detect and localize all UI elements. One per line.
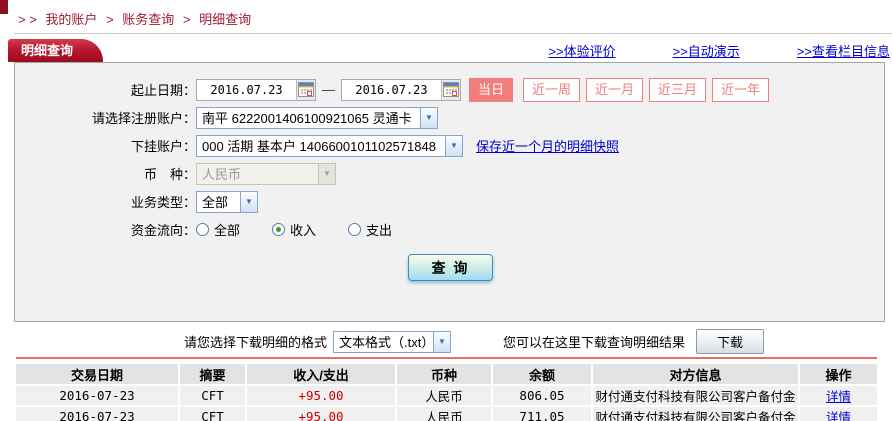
radio-checked-icon <box>272 223 285 236</box>
breadcrumb: > > 我的账户 > 账务查询 > 明细查询 <box>18 9 256 28</box>
radio-icon <box>348 223 361 236</box>
register-account-row: 请选择注册账户： 南平 6222001406100921065 灵通卡 ▼ <box>15 105 884 130</box>
download-format-label: 请您选择下载明细的格式 <box>184 332 327 351</box>
quick-range-today-button[interactable]: 当日 <box>469 78 513 102</box>
fund-flow-all-radio[interactable]: 全部 <box>196 220 240 239</box>
chevron-down-icon: ▼ <box>318 164 335 184</box>
detail-query-page: > > 我的账户 > 账务查询 > 明细查询 明细查询 >>体验评价 >>自动演… <box>0 0 892 421</box>
save-snapshot-link[interactable]: 保存近一个月的明细快照 <box>476 136 619 155</box>
breadcrumb-separator: > <box>183 12 191 27</box>
header-action: 操作 <box>800 364 877 384</box>
table-header-row: 交易日期 摘要 收入/支出 币种 余额 对方信息 操作 <box>16 364 877 384</box>
header-counterparty: 对方信息 <box>593 364 800 384</box>
cell-currency: 人民币 <box>397 407 493 421</box>
date-to-input[interactable]: 2016.07.23 <box>341 79 461 101</box>
breadcrumb-separator: > <box>106 12 114 27</box>
detail-link[interactable]: 详情 <box>826 390 851 404</box>
breadcrumb-item-account-query[interactable]: 账务查询 <box>122 12 174 27</box>
table-row: 2016-07-23 CFT +95.00 人民币 711.05 财付通支付科技… <box>16 407 877 421</box>
corner-mark <box>0 0 8 14</box>
chevron-down-icon: ▼ <box>240 192 257 212</box>
tab-detail-query[interactable]: 明细查询 <box>8 39 103 62</box>
business-type-value: 全部 <box>197 192 240 211</box>
date-range-row: 起止日期： 2016.07.23 — <box>15 77 884 102</box>
calendar-icon[interactable] <box>296 80 315 100</box>
query-form-panel: 起止日期： 2016.07.23 — <box>14 62 885 322</box>
register-account-select[interactable]: 南平 6222001406100921065 灵通卡 ▼ <box>196 107 438 129</box>
quick-range-month-button[interactable]: 近一月 <box>586 78 643 102</box>
currency-row: 币 种： 人民币 ▼ <box>15 161 884 186</box>
date-range-label: 起止日期： <box>15 80 196 99</box>
business-type-row: 业务类型： 全部 ▼ <box>15 189 884 214</box>
cell-trade-date: 2016-07-23 <box>16 407 180 421</box>
cell-counterparty: 财付通支付科技有限公司客户备付金 <box>593 386 800 405</box>
fund-flow-expense-radio[interactable]: 支出 <box>348 220 392 239</box>
radio-icon <box>196 223 209 236</box>
fund-flow-label: 资金流向： <box>15 220 196 239</box>
cell-balance: 806.05 <box>493 386 593 405</box>
cell-amount: +95.00 <box>247 386 397 405</box>
query-button[interactable]: 查 询 <box>408 254 493 281</box>
header-balance: 余额 <box>493 364 593 384</box>
transaction-table: 交易日期 摘要 收入/支出 币种 余额 对方信息 操作 2016-07-23 C… <box>16 362 877 421</box>
cell-trade-date: 2016-07-23 <box>16 386 180 405</box>
cell-currency: 人民币 <box>397 386 493 405</box>
column-info-link[interactable]: >>查看栏目信息 <box>797 41 890 60</box>
chevron-down-icon: ▼ <box>445 136 462 156</box>
business-type-select[interactable]: 全部 ▼ <box>196 191 258 213</box>
register-account-value: 南平 6222001406100921065 灵通卡 <box>197 108 420 127</box>
quick-range-week-button[interactable]: 近一周 <box>523 78 580 102</box>
fund-flow-income-radio[interactable]: 收入 <box>272 220 316 239</box>
breadcrumb-item-my-account[interactable]: 我的账户 <box>45 12 97 27</box>
cell-amount: +95.00 <box>247 407 397 421</box>
currency-select: 人民币 ▼ <box>196 163 336 185</box>
register-account-label: 请选择注册账户： <box>15 108 196 127</box>
header-trade-date: 交易日期 <box>16 364 180 384</box>
fund-flow-income-label: 收入 <box>290 220 316 239</box>
quick-range-quarter-button[interactable]: 近三月 <box>649 78 706 102</box>
download-button[interactable]: 下载 <box>696 329 764 354</box>
date-to-value: 2016.07.23 <box>342 83 441 97</box>
sub-account-select[interactable]: 000 活期 基本户 1406600101102571848 ▼ <box>196 135 463 157</box>
header-currency: 币种 <box>397 364 493 384</box>
top-links: >>体验评价 >>自动演示 >>查看栏目信息 <box>548 41 890 60</box>
cell-counterparty: 财付通支付科技有限公司客户备付金 <box>593 407 800 421</box>
breadcrumb-prefix: > > <box>18 12 37 27</box>
sub-account-value: 000 活期 基本户 1406600101102571848 <box>197 136 445 155</box>
sub-account-label: 下挂账户： <box>15 136 196 155</box>
date-from-value: 2016.07.23 <box>197 83 296 97</box>
download-row: 请您选择下载明细的格式 文本格式（.txt） ▼ 您可以在这里下载查询明细结果 … <box>0 329 892 354</box>
download-format-value: 文本格式（.txt） <box>334 332 433 351</box>
table-row: 2016-07-23 CFT +95.00 人民币 806.05 财付通支付科技… <box>16 386 877 405</box>
chevron-down-icon: ▼ <box>420 108 437 128</box>
header-summary: 摘要 <box>180 364 247 384</box>
breadcrumb-item-detail-query[interactable]: 明细查询 <box>199 12 251 27</box>
fund-flow-expense-label: 支出 <box>366 220 392 239</box>
quick-range-year-button[interactable]: 近一年 <box>712 78 769 102</box>
table-divider <box>16 357 877 359</box>
experience-review-link[interactable]: >>体验评价 <box>548 41 615 60</box>
download-hint: 您可以在这里下载查询明细结果 <box>503 332 685 351</box>
chevron-down-icon: ▼ <box>433 332 450 352</box>
date-range-dash: — <box>322 82 335 97</box>
quick-range-buttons: 当日 近一周 近一月 近三月 近一年 <box>469 78 769 102</box>
divider <box>14 33 892 34</box>
auto-demo-link[interactable]: >>自动演示 <box>673 41 740 60</box>
detail-link[interactable]: 详情 <box>826 411 851 421</box>
fund-flow-all-label: 全部 <box>214 220 240 239</box>
currency-label: 币 种： <box>15 164 196 183</box>
download-format-select[interactable]: 文本格式（.txt） ▼ <box>333 331 451 353</box>
fund-flow-row: 资金流向： 全部 收入 支出 <box>15 217 884 242</box>
sub-account-row: 下挂账户： 000 活期 基本户 1406600101102571848 ▼ 保… <box>15 133 884 158</box>
fund-flow-options: 全部 收入 支出 <box>196 220 424 239</box>
header-amount: 收入/支出 <box>247 364 397 384</box>
cell-balance: 711.05 <box>493 407 593 421</box>
cell-summary: CFT <box>180 407 247 421</box>
date-from-input[interactable]: 2016.07.23 <box>196 79 316 101</box>
business-type-label: 业务类型： <box>15 192 196 211</box>
calendar-icon[interactable] <box>441 80 460 100</box>
cell-summary: CFT <box>180 386 247 405</box>
currency-value: 人民币 <box>197 164 318 183</box>
